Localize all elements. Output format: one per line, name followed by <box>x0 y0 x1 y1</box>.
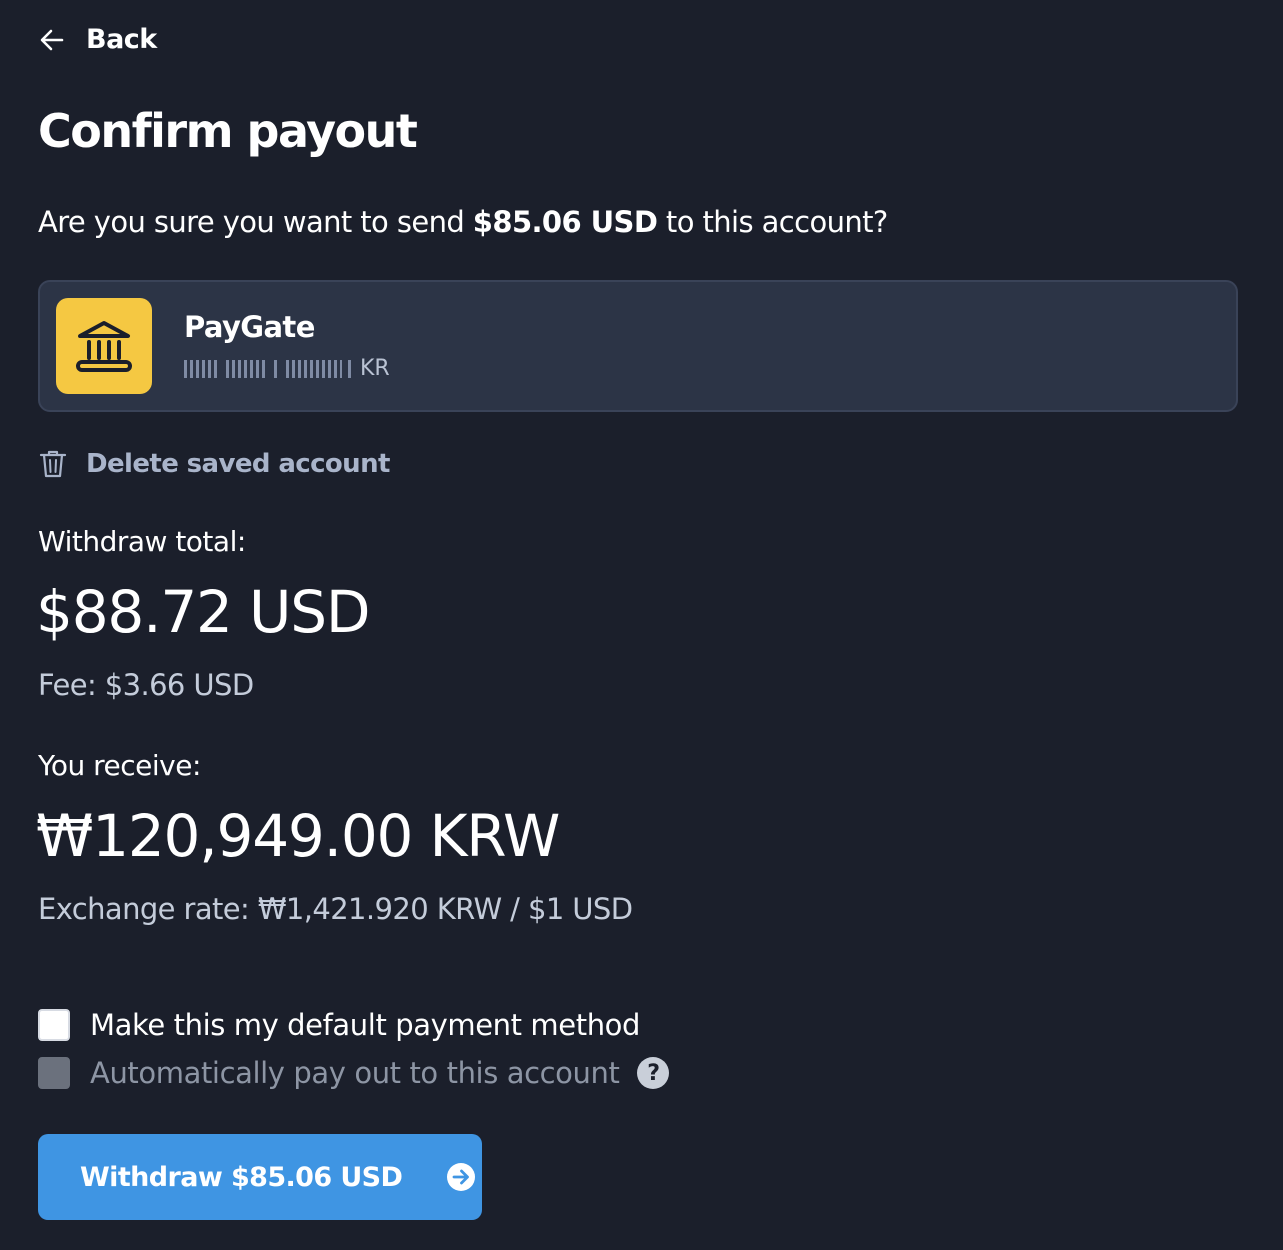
masked-separator <box>274 359 280 378</box>
masked-account-number <box>286 359 342 378</box>
auto-payout-option: Automatically pay out to this account ? <box>38 1056 670 1090</box>
account-name: PayGate <box>184 310 315 344</box>
bank-icon <box>72 318 136 374</box>
page-title: Confirm payout <box>38 104 418 158</box>
trash-icon <box>38 448 68 480</box>
default-method-checkbox[interactable] <box>38 1009 70 1041</box>
receive-label: You receive: <box>38 749 201 782</box>
arrow-left-icon <box>38 26 66 54</box>
default-method-option[interactable]: Make this my default payment method <box>38 1008 640 1042</box>
auto-payout-checkbox <box>38 1057 70 1089</box>
masked-separator <box>348 359 354 378</box>
receive-amount: ₩120,949.00 KRW <box>36 802 560 870</box>
confirm-prefix: Are you sure you want to send <box>38 205 465 239</box>
confirm-suffix: to this account? <box>665 205 888 239</box>
withdraw-total-amount: $88.72 USD <box>36 578 371 646</box>
delete-account-button[interactable]: Delete saved account <box>38 448 390 480</box>
exchange-rate-text: Exchange rate: ₩1,421.920 KRW / $1 USD <box>38 892 633 926</box>
default-method-label: Make this my default payment method <box>90 1008 641 1042</box>
auto-payout-label: Automatically pay out to this account <box>90 1056 620 1090</box>
delete-account-label: Delete saved account <box>86 449 390 479</box>
account-country: KR <box>360 356 390 381</box>
arrow-right-circle-icon <box>446 1162 476 1192</box>
withdraw-button-label: Withdraw $85.06 USD <box>80 1161 403 1193</box>
confirm-payout-page: Back Confirm payout Are you sure you wan… <box>0 0 1283 1250</box>
bank-badge <box>56 298 152 394</box>
payout-account-card: PayGate KR <box>38 280 1238 412</box>
confirm-question: Are you sure you want to send $85.06 USD… <box>38 205 888 239</box>
back-label: Back <box>86 24 157 55</box>
masked-account-number <box>184 359 220 378</box>
confirm-amount: $85.06 USD <box>472 205 658 239</box>
help-icon[interactable]: ? <box>637 1057 670 1089</box>
masked-account-number <box>226 359 268 378</box>
withdraw-button[interactable]: Withdraw $85.06 USD <box>38 1134 482 1220</box>
account-details: KR <box>184 356 390 381</box>
fee-text: Fee: $3.66 USD <box>38 668 254 702</box>
withdraw-total-label: Withdraw total: <box>38 525 246 558</box>
back-button[interactable]: Back <box>38 24 157 55</box>
